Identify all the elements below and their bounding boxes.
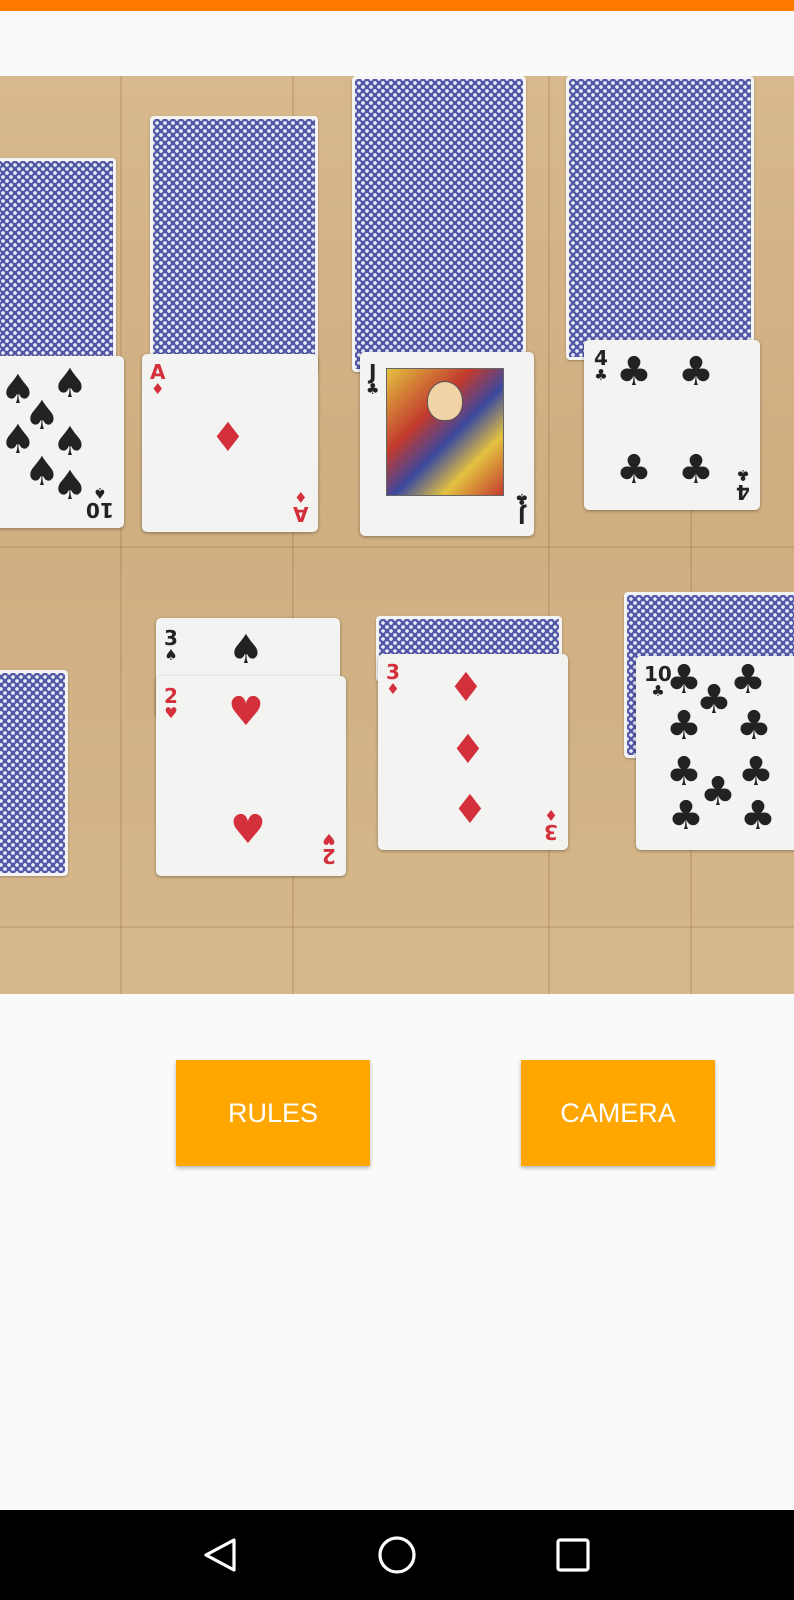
navigation-bar bbox=[0, 1510, 794, 1600]
card-ten-of-clubs: 10 ♣ ♣ ♣ ♣ ♣ ♣ ♣ ♣ ♣ ♣ ♣ bbox=[636, 656, 794, 850]
card-ten-of-spades: ♠ ♠ ♠ ♠ ♠ ♠ ♠ 10 ♠ bbox=[0, 356, 124, 528]
card-four-of-clubs: 4 ♣ ♣ ♣ ♣ ♣ 4 ♣ bbox=[584, 340, 760, 510]
card-jack-of-clubs: J ♣ J ♣ bbox=[360, 352, 534, 536]
rules-button[interactable]: RULES bbox=[176, 1060, 370, 1166]
card-stack-3 bbox=[352, 76, 526, 372]
card-two-of-hearts: 2 ♥ ♥ ♥ 2 ♥ bbox=[156, 676, 346, 876]
card-stack-5 bbox=[0, 670, 68, 876]
card-stack-4 bbox=[566, 76, 754, 360]
recents-button[interactable] bbox=[543, 1530, 603, 1580]
jack-face-illustration bbox=[386, 368, 504, 496]
solitaire-photo: ♠ ♠ ♠ ♠ ♠ ♠ ♠ 10 ♠ A ♦ ♦ A ♦ J ♣ J ♣ 4 ♣ ♣ ♣ ♣… bbox=[0, 76, 794, 994]
card-three-of-diamonds: 3 ♦ ♦ ♦ ♦ 3 ♦ bbox=[378, 654, 568, 850]
card-stack-2 bbox=[150, 116, 318, 372]
card-stack-1 bbox=[0, 158, 116, 374]
back-button[interactable] bbox=[190, 1530, 250, 1580]
home-button[interactable] bbox=[367, 1530, 427, 1580]
home-circle-icon bbox=[378, 1536, 416, 1574]
card-ace-of-diamonds: A ♦ ♦ A ♦ bbox=[142, 354, 318, 532]
recents-square-icon bbox=[556, 1538, 590, 1572]
camera-button[interactable]: CAMERA bbox=[521, 1060, 715, 1166]
back-triangle-icon bbox=[204, 1538, 236, 1572]
status-bar bbox=[0, 0, 794, 11]
